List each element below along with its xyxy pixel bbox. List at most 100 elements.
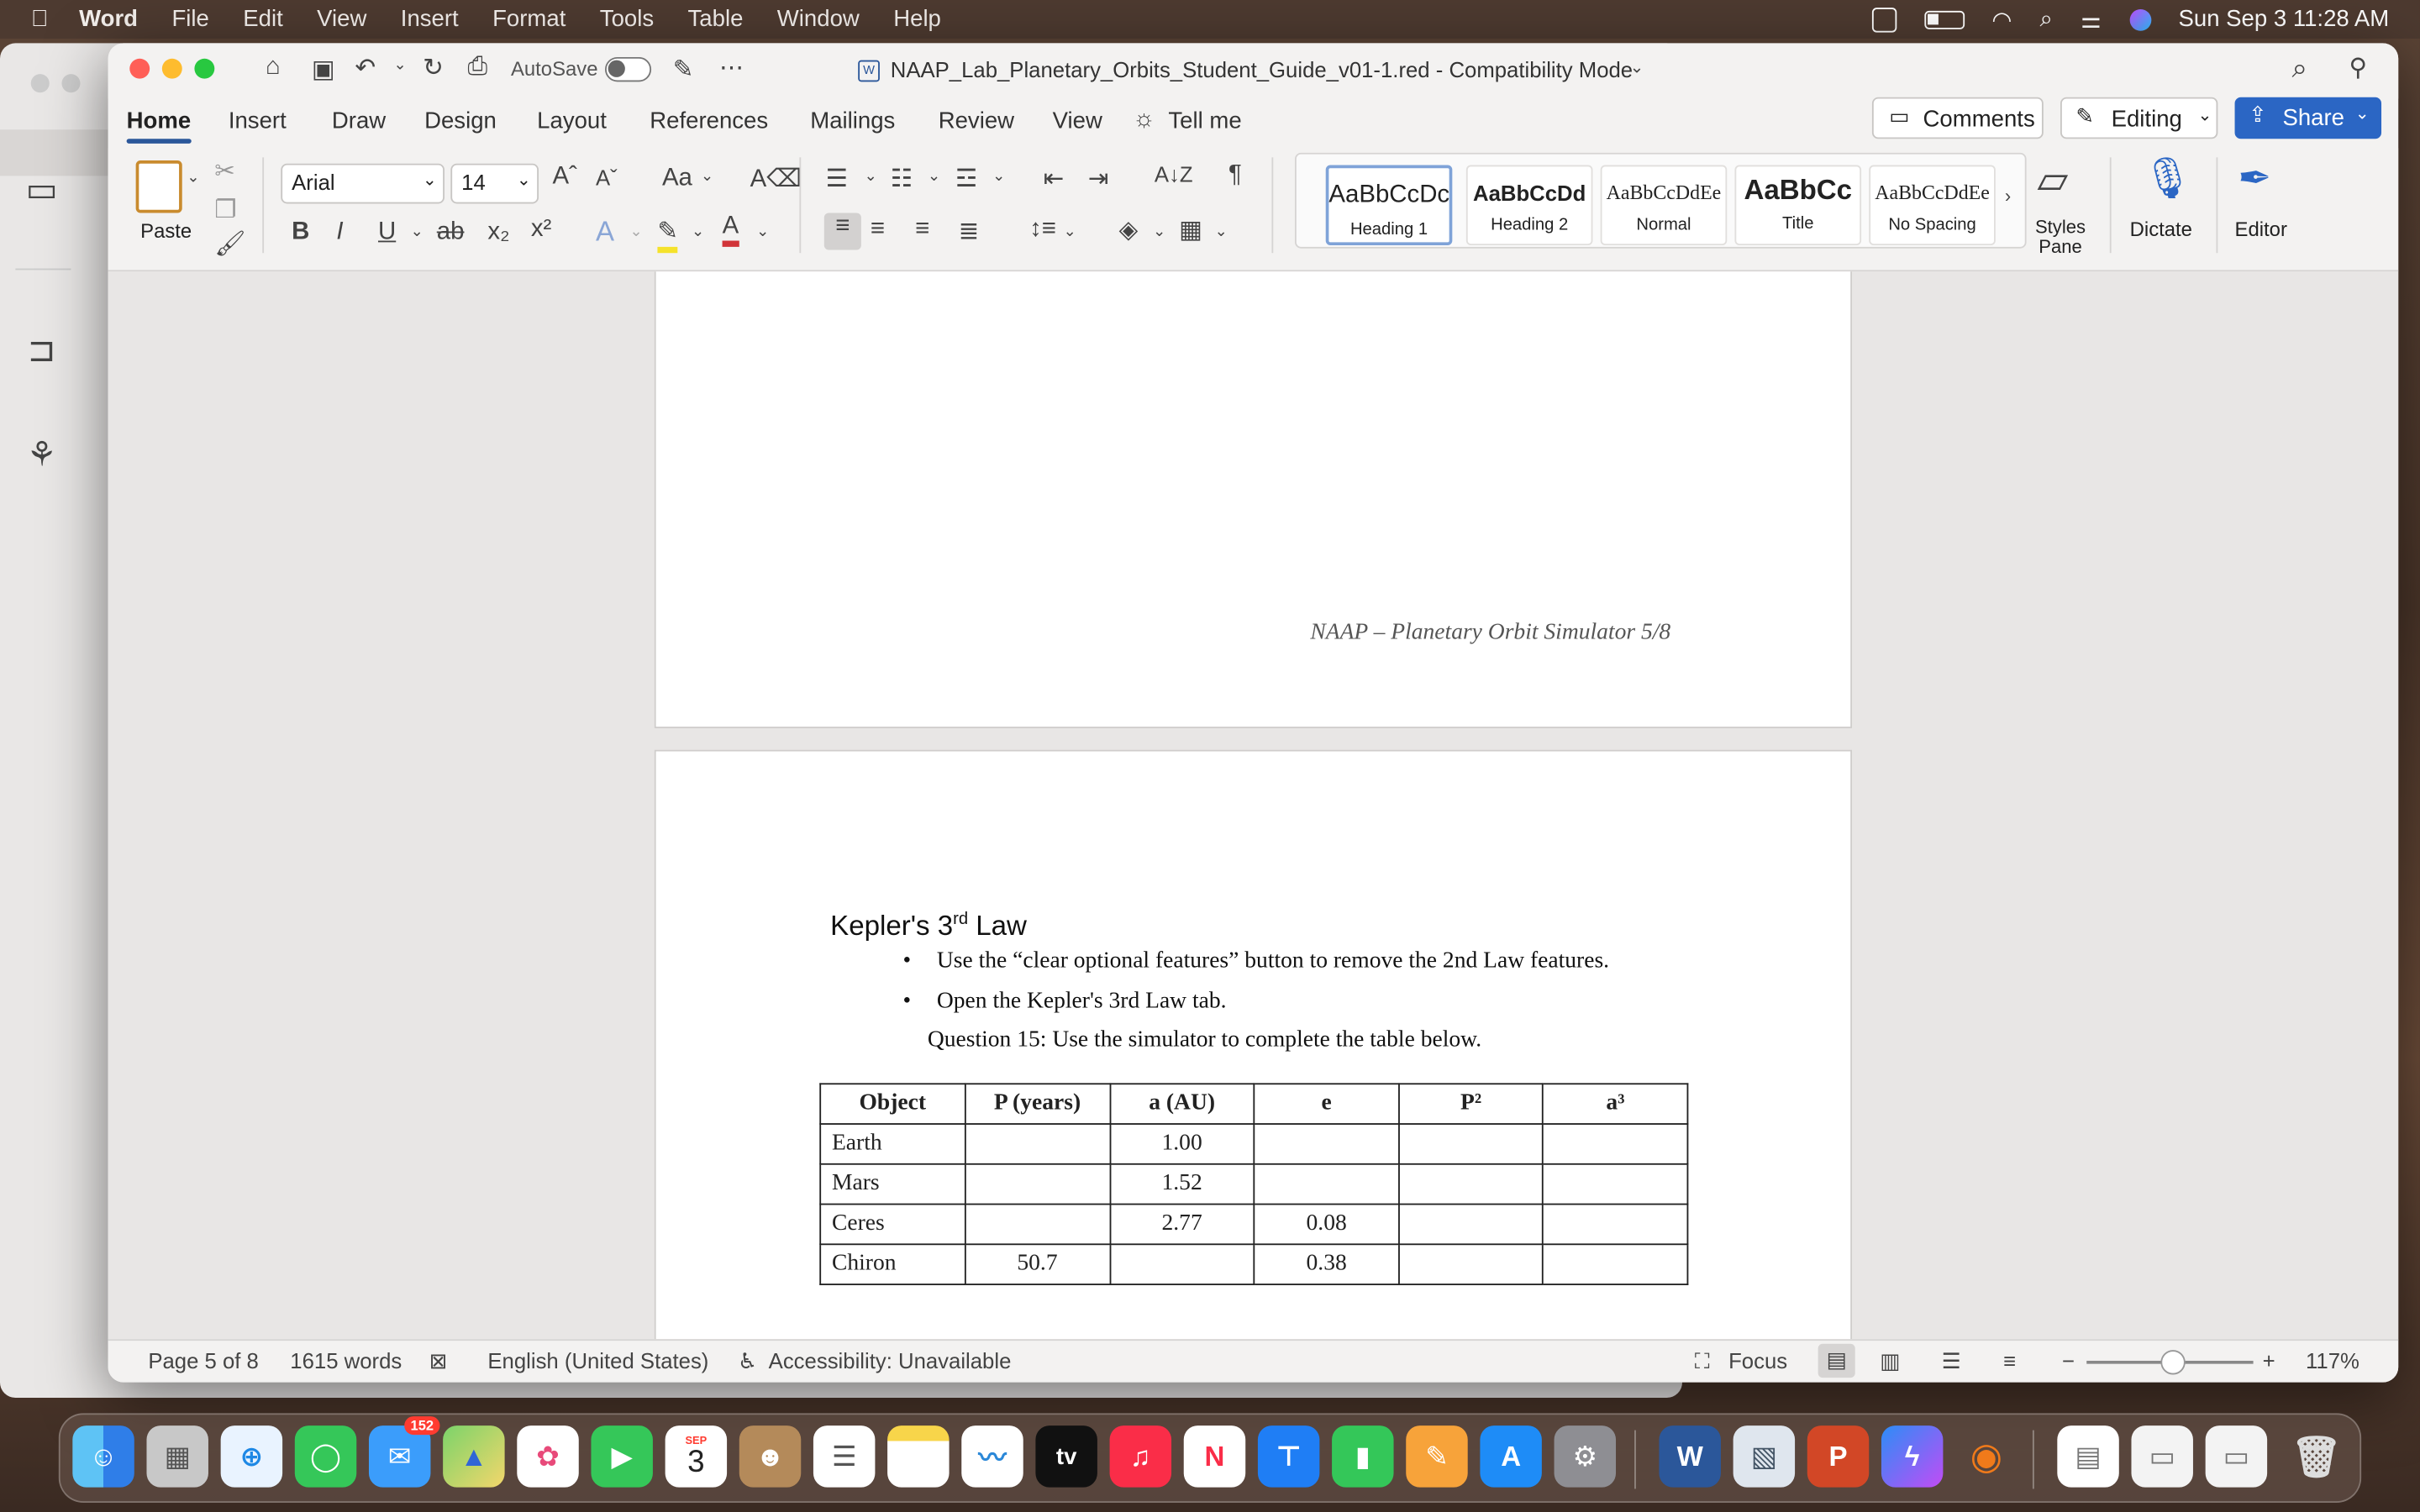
editor-icon[interactable]: ✒︎ [2238,155,2271,202]
table-cell[interactable] [1397,1163,1544,1205]
photos-icon[interactable]: ✿ [517,1425,579,1488]
paste-label[interactable]: Paste [140,219,192,243]
maps-icon[interactable]: ▲ [443,1425,505,1488]
search-icon[interactable]: ⌕ [2291,52,2307,85]
highlight-chevron-down-icon[interactable]: ⌄ [692,223,704,240]
styles-more-chevron-right-icon[interactable]: › [2005,185,2011,207]
contacts-icon[interactable]: ☻ [739,1425,802,1488]
underline-icon[interactable]: U [378,219,396,247]
sort-icon[interactable]: A↓Z [1155,162,1193,186]
font-color-icon[interactable]: A [722,213,739,247]
apple-menu-icon[interactable]:  [31,6,49,32]
document-title[interactable]: NAAP_Lab_Planetary_Orbits_Student_Guide_… [891,57,1633,81]
change-case-icon[interactable]: Aa [662,165,692,193]
table-cell[interactable] [1542,1123,1689,1165]
zoom-button[interactable] [194,58,215,79]
mail-icon[interactable]: ✉ 152 [368,1416,440,1488]
table-header[interactable]: a³ [1542,1083,1689,1125]
language[interactable]: English (United States) [487,1348,708,1373]
zoom-slider-thumb[interactable] [2160,1350,2186,1375]
table-cell[interactable]: 1.52 [1108,1163,1255,1205]
style-heading-2[interactable]: AaBbCcDd Heading 2 [1465,165,1593,246]
line-spacing-icon[interactable]: ↕≡ [1029,216,1056,244]
highlight-icon[interactable]: ✎ [657,216,679,254]
text-effects-icon[interactable]: A [596,216,614,249]
zoom-level[interactable]: 117% [2306,1348,2360,1373]
styles-pane-label[interactable]: Styles Pane [2029,217,2091,258]
layout-icon[interactable]: ⊐ [18,330,65,376]
accessibility-status[interactable]: Accessibility: Unavailable [769,1348,1012,1373]
tab-design[interactable]: Design [424,108,497,134]
app-menu[interactable]: Word [79,6,138,32]
table-cell[interactable]: 0.38 [1253,1243,1400,1285]
shading-icon[interactable]: ◈ [1119,214,1139,245]
menu-table[interactable]: Table [688,6,744,32]
system-settings-icon[interactable]: ⚙ [1554,1425,1617,1488]
document-stack-icon[interactable]: ▤ [2057,1425,2119,1488]
undo-dropdown-icon[interactable]: ⌄ [393,57,406,74]
page-4[interactable]: NAAP – Planetary Orbit Simulator 5/8 [654,271,1853,728]
redo-icon[interactable]: ↻ [423,52,444,83]
table-cell[interactable] [1397,1203,1544,1246]
borders-chevron-down-icon[interactable]: ⌄ [1214,223,1227,240]
align-right-icon[interactable]: ≡ [915,216,929,244]
shrink-font-icon[interactable]: Aˇ [596,165,618,190]
launchpad-icon[interactable]: ▦ [146,1425,208,1488]
align-center-icon[interactable]: ≡ [871,216,885,244]
preview-icon[interactable]: ▧ [1733,1425,1796,1488]
table-cell[interactable] [1108,1243,1255,1285]
screenshot-stack-icon[interactable]: ▭ [2131,1425,2193,1488]
app-store-icon[interactable]: A [1480,1425,1542,1488]
customize-icon[interactable]: ✎ [673,54,694,85]
editing-button[interactable]: ✎ Editing ⌄ [2060,97,2218,139]
menu-window[interactable]: Window [777,6,860,32]
bullets-icon[interactable]: ☰ [826,164,848,195]
table-cell[interactable] [1542,1203,1689,1246]
battery-icon[interactable] [1923,9,1965,29]
style-normal[interactable]: AaBbCcDdEe Normal [1600,165,1728,246]
tab-review[interactable]: Review [939,108,1014,134]
downloads-stack-icon[interactable]: ▭ [2205,1425,2268,1488]
style-no-spacing[interactable]: AaBbCcDdEe No Spacing [1869,165,1996,246]
music-icon[interactable]: ♫ [1109,1425,1172,1488]
underline-chevron-down-icon[interactable]: ⌄ [411,223,424,240]
facetime-icon[interactable]: ▶ [591,1425,653,1488]
table-cell[interactable] [1542,1163,1689,1205]
numbers-icon[interactable]: ▮ [1332,1425,1394,1488]
save-icon[interactable]: ▣ [312,54,335,85]
subscript-icon[interactable]: x₂ [487,219,509,247]
table-cell[interactable] [964,1163,1111,1205]
print-icon[interactable]: ⎙ [468,54,488,81]
word-app-icon[interactable]: W [1659,1425,1721,1488]
drive-status-icon[interactable] [1871,7,1897,32]
kepler-table[interactable]: Object P (years) a (AU) e P² a³ Earth 1.… [819,1083,1689,1285]
document-canvas[interactable]: NAAP – Planetary Orbit Simulator 5/8 Kep… [108,271,2399,1340]
notes-icon[interactable] [887,1425,950,1488]
bullets-chevron-down-icon[interactable]: ⌄ [865,168,877,185]
menu-view[interactable]: View [317,6,366,32]
bold-icon[interactable]: B [292,219,309,247]
table-cell[interactable]: 2.77 [1108,1203,1255,1246]
paste-icon[interactable] [135,160,182,213]
freeform-icon[interactable]: 〰 [961,1425,1023,1488]
numbering-icon[interactable]: ☷ [891,164,913,195]
text-effects-chevron-down-icon[interactable]: ⌄ [629,223,642,240]
close-button[interactable] [129,58,150,79]
copy-icon[interactable]: ❐ [214,194,236,225]
reminders-icon[interactable]: ☰ [813,1425,876,1488]
table-cell[interactable] [1253,1163,1400,1205]
style-heading-1[interactable]: AaBbCcDc Heading 1 [1325,165,1453,246]
dictate-label[interactable]: Dictate [2130,218,2192,241]
table-cell[interactable]: 50.7 [964,1243,1111,1285]
show-formatting-icon[interactable]: ¶ [1228,162,1242,190]
calendar-icon[interactable]: SEP 3 [665,1425,728,1488]
keynote-icon[interactable]: ⊤ [1257,1425,1320,1488]
tab-layout[interactable]: Layout [537,108,607,134]
table-cell[interactable]: Earth [819,1123,966,1165]
clock[interactable]: Sun Sep 3 11:28 AM [2179,6,2390,32]
table-cell[interactable] [964,1123,1111,1165]
share-button[interactable]: ⇪ Share ⌄ [2234,97,2382,139]
table-header[interactable]: a (AU) [1108,1083,1255,1125]
decrease-indent-icon[interactable]: ⇤ [1044,164,1065,195]
outline-icon[interactable]: ☰ [1942,1348,1961,1374]
